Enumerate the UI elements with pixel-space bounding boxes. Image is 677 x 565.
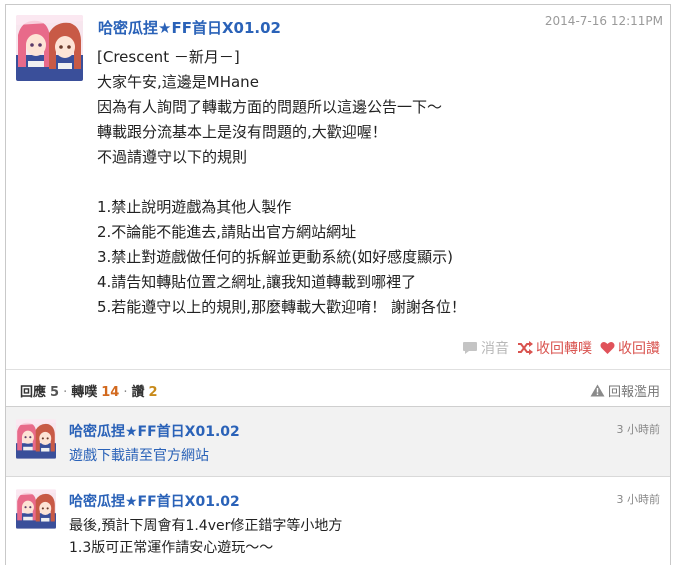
stats-counts: 回應 5 · 轉噗 14 · 讚 2 <box>20 381 158 400</box>
avatar-image <box>16 419 56 459</box>
mute-button[interactable]: 消音 <box>462 338 509 358</box>
response-line: 最後,預計下周會有1.4ver修正錯字等小地方 <box>69 518 343 534</box>
post-stats-bar: 回應 5 · 轉噗 14 · 讚 2 回報濫用 <box>6 369 670 407</box>
reply-count: 5 <box>50 385 60 400</box>
response-text: 最後,預計下周會有1.4ver修正錯字等小地方 1.3版可正常運作請安心遊玩～～ <box>69 515 342 559</box>
post-line: 1.禁止說明遊戲為其他人製作 <box>97 198 292 216</box>
heart-icon <box>600 341 615 354</box>
undo-like-button[interactable]: 收回讚 <box>600 338 660 358</box>
undo-like-label: 收回讚 <box>618 341 660 357</box>
post-line: [Crescent －新月－] <box>97 48 240 66</box>
post-line: 5.若能遵守以上的規則,那麼轉載大歡迎唷！ 謝謝各位！ <box>97 298 466 316</box>
report-abuse-button[interactable]: 回報濫用 <box>590 381 660 400</box>
like-count[interactable]: 2 <box>148 385 157 400</box>
post-body: [Crescent －新月－] 大家午安,這邊是MHane 因為有人詢問了轉載方… <box>97 45 657 320</box>
post-line: 3.禁止對遊戲做任何的拆解並更動系統(如好感度顯示) <box>97 248 454 266</box>
post-line: 不過請遵守以下的規則 <box>97 148 248 166</box>
post-line: 因為有人詢問了轉載方面的問題所以這邊公告一下～ <box>97 98 443 116</box>
response-text: 遊戲下載請至官方網站 <box>69 445 209 467</box>
avatar[interactable] <box>16 489 56 529</box>
response-timestamp: 3 小時前 <box>616 423 661 436</box>
like-label[interactable]: 讚 <box>131 381 144 400</box>
reply-label: 回應 <box>20 385 47 400</box>
post-line: 2.不論能不能進去,請貼出官方網站網址 <box>97 223 357 241</box>
separator: · <box>63 385 68 400</box>
undo-replurk-button[interactable]: 收回轉噗 <box>517 338 592 358</box>
response-item: 哈密瓜捏★FF首日X01.02 3 小時前 遊戲下載請至官方網站 <box>6 407 670 477</box>
separator: · <box>123 385 128 400</box>
undo-replurk-label: 收回轉噗 <box>536 341 592 357</box>
replurk-label[interactable]: 轉噗 <box>71 381 97 400</box>
main-post: 哈密瓜捏★FF首日X01.02 2014-7-16 12:11PM [Cresc… <box>6 5 670 369</box>
mute-label: 消音 <box>481 341 509 357</box>
report-abuse-label: 回報濫用 <box>607 385 660 400</box>
response-author-link[interactable]: 哈密瓜捏★FF首日X01.02 <box>69 491 240 511</box>
response-item: 哈密瓜捏★FF首日X01.02 3 小時前 最後,預計下周會有1.4ver修正錯… <box>6 477 670 565</box>
avatar[interactable] <box>16 15 83 81</box>
avatar-image <box>16 489 56 529</box>
replurk-count[interactable]: 14 <box>101 385 119 400</box>
post-line-blank <box>97 170 657 195</box>
shuffle-icon <box>518 341 533 355</box>
speech-bubble-icon <box>463 342 477 354</box>
response-author-link[interactable]: 哈密瓜捏★FF首日X01.02 <box>69 421 240 441</box>
post-actions: 消音 收回轉噗 收回讚 <box>462 338 660 358</box>
post-line: 大家午安,這邊是MHane <box>97 73 259 91</box>
avatar[interactable] <box>16 419 56 459</box>
post-line: 轉載跟分流基本上是沒有問題的,大歡迎喔！ <box>97 123 387 141</box>
post-line: 4.請告知轉貼位置之網址,讓我知道轉載到哪裡了 <box>97 273 417 291</box>
warning-triangle-icon <box>590 384 605 397</box>
avatar-image <box>16 15 83 81</box>
plurk-thread-panel: 哈密瓜捏★FF首日X01.02 2014-7-16 12:11PM [Cresc… <box>5 4 671 565</box>
post-timestamp: 2014-7-16 12:11PM <box>544 14 663 28</box>
response-line: 遊戲下載請至官方網站 <box>69 448 209 464</box>
post-author-link[interactable]: 哈密瓜捏★FF首日X01.02 <box>98 17 281 38</box>
response-timestamp: 3 小時前 <box>616 493 661 506</box>
response-line: 1.3版可正常運作請安心遊玩～～ <box>69 540 274 556</box>
